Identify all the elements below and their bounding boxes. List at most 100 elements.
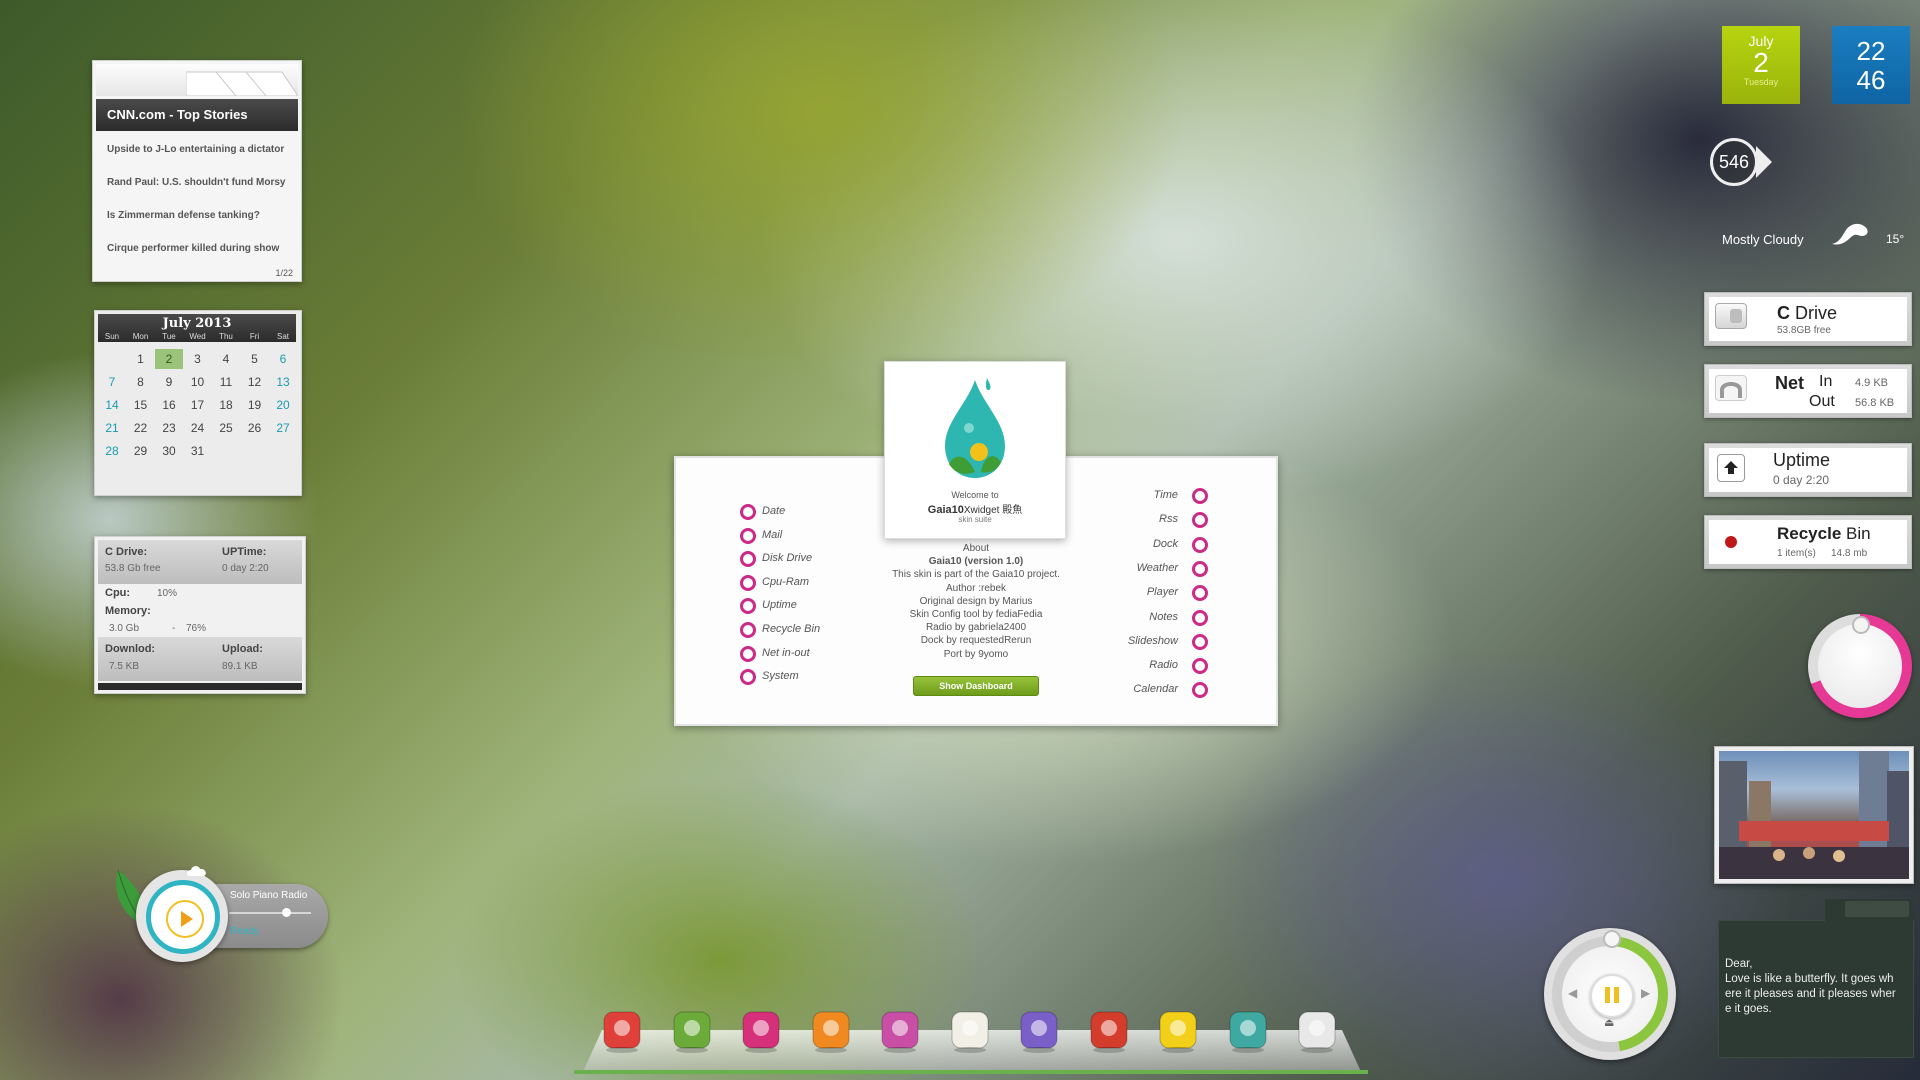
knob-handle[interactable] — [1852, 616, 1870, 634]
calendar-day[interactable]: 19 — [241, 395, 269, 415]
slideshow-widget[interactable] — [1714, 746, 1914, 884]
egg-icon[interactable] — [946, 1006, 994, 1054]
calendar-day[interactable]: 30 — [155, 441, 183, 461]
calendar-day[interactable]: 11 — [212, 372, 240, 392]
calendar-day[interactable]: 28 — [98, 441, 126, 461]
pause-button[interactable] — [1590, 974, 1634, 1018]
calendar-day[interactable]: 26 — [241, 418, 269, 438]
calendar-day[interactable]: 16 — [155, 395, 183, 415]
welcome-card: Welcome to Gaia10Xwidget 殿魚 skin suite — [884, 361, 1066, 539]
calendar-day[interactable]: 1 — [127, 349, 155, 369]
show-dashboard-button[interactable]: Show Dashboard — [913, 676, 1039, 696]
note-line: e it goes. — [1725, 1003, 1772, 1015]
about-heading: About — [962, 543, 990, 554]
calendar-day[interactable]: 31 — [184, 441, 212, 461]
calendar-day[interactable]: 8 — [127, 372, 155, 392]
volume-knob-center[interactable] — [1818, 624, 1902, 708]
option-radio[interactable] — [740, 669, 756, 686]
option-radio[interactable] — [740, 527, 756, 544]
time-hour: 22 — [1856, 36, 1886, 66]
calendar-day[interactable]: 15 — [127, 395, 155, 415]
cpu-label: Cpu: — [105, 587, 131, 599]
calendar-day[interactable]: 5 — [241, 349, 269, 369]
calendar-day[interactable]: 6 — [269, 349, 297, 369]
option-label[interactable]: System — [762, 670, 799, 682]
net-out-value: 56.8 KB — [1855, 397, 1895, 409]
calendar-day[interactable]: 21 — [98, 418, 126, 438]
calendar-day[interactable]: 4 — [212, 349, 240, 369]
calendar-day[interactable]: 18 — [212, 395, 240, 415]
net-label: Net — [1775, 373, 1805, 393]
calendar-day[interactable]: 9 — [155, 372, 183, 392]
rss-pager[interactable]: 1/22 — [275, 268, 293, 278]
chat-icon[interactable] — [1015, 1006, 1063, 1054]
cpu-value: 10% — [157, 588, 178, 599]
radio-play-button[interactable] — [166, 900, 204, 938]
c-drive-widget[interactable]: C Drive 53.8GB free — [1704, 292, 1912, 346]
gaia-droplet-logo — [945, 378, 1005, 478]
rss-item[interactable]: Is Zimmerman defense tanking? — [107, 210, 260, 221]
about-line: Author :rebek — [945, 582, 1007, 594]
previous-track-icon[interactable]: ◀ — [1568, 986, 1577, 1000]
notes-icon[interactable] — [598, 1006, 646, 1054]
video-icon[interactable] — [737, 1006, 785, 1054]
calendar-day[interactable]: 22 — [127, 418, 155, 438]
rss-item[interactable]: Upside to J-Lo entertaining a dictator — [107, 144, 284, 155]
calendar-day-today[interactable]: 2 — [155, 349, 183, 369]
recycle-status-dot-icon — [1725, 536, 1737, 548]
tv-icon[interactable] — [1154, 1006, 1202, 1054]
option-label[interactable]: Rss — [1159, 513, 1178, 525]
calendar-day[interactable]: 12 — [241, 372, 269, 392]
option-radio[interactable] — [1192, 682, 1208, 699]
option-radio[interactable] — [1192, 658, 1208, 675]
rss-item[interactable]: Rand Paul: U.S. shouldn't fund Morsy — [107, 177, 286, 188]
calendar-day[interactable]: 24 — [184, 418, 212, 438]
net-widget[interactable]: Net In Out 4.9 KB 56.8 KB — [1704, 364, 1912, 418]
play-icon — [181, 911, 193, 927]
calendar-day[interactable]: 7 — [98, 372, 126, 392]
volume-slider-track[interactable] — [229, 912, 311, 914]
date-month: July — [1748, 33, 1774, 49]
calendar-day[interactable]: 14 — [98, 395, 126, 415]
mail-count-badge[interactable]: 546 — [1710, 138, 1758, 186]
note-text[interactable]: Dear, Love is like a butterfly. It goes … — [1725, 957, 1911, 1017]
option-label[interactable]: Time — [1154, 489, 1178, 501]
option-label[interactable]: Calendar — [1133, 683, 1178, 695]
fire-icon[interactable] — [807, 1006, 855, 1054]
calendar-day[interactable]: 3 — [184, 349, 212, 369]
memory-value: 3.0 Gb — [109, 623, 140, 634]
uptime-widget[interactable]: Uptime 0 day 2:20 — [1704, 443, 1912, 497]
memory-percent: 76% — [186, 623, 207, 634]
about-line: Dock by requestedRerun — [920, 635, 1032, 647]
calendar-day[interactable]: 13 — [269, 372, 297, 392]
media-seek-handle[interactable] — [1603, 930, 1621, 948]
music-icon[interactable] — [668, 1006, 716, 1054]
calendar-day[interactable]: 29 — [127, 441, 155, 461]
city-street-photo — [1719, 751, 1909, 879]
mail-icon[interactable] — [1085, 1006, 1133, 1054]
calendar-day[interactable]: 17 — [184, 395, 212, 415]
next-track-icon[interactable]: ▶ — [1641, 986, 1650, 1000]
memory-label: Memory: — [105, 605, 151, 617]
calendar-weekday: Mon — [132, 332, 149, 341]
rss-item[interactable]: Cirque performer killed during show — [107, 243, 279, 254]
recycle-bin-widget[interactable]: Recycle Bin 1 item(s) 14.8 mb — [1704, 515, 1912, 569]
avatar-icon[interactable] — [1224, 1006, 1272, 1054]
option-label[interactable]: Date — [762, 505, 785, 517]
option-radio[interactable] — [1192, 512, 1208, 529]
option-label[interactable]: Radio — [1149, 659, 1178, 671]
option-label[interactable]: Mail — [762, 529, 782, 541]
cloud-weather-icon — [1828, 216, 1870, 248]
option-radio[interactable] — [740, 504, 756, 520]
plant-icon[interactable] — [876, 1006, 924, 1054]
net-in-value: 4.9 KB — [1855, 377, 1889, 389]
note-tab-button[interactable] — [1845, 901, 1909, 917]
calendar-day[interactable]: 10 — [184, 372, 212, 392]
calendar-day[interactable]: 25 — [212, 418, 240, 438]
calendar-day[interactable]: 20 — [269, 395, 297, 415]
calendar-day[interactable]: 27 — [269, 418, 297, 438]
option-radio[interactable] — [1192, 488, 1208, 504]
trash-icon[interactable] — [1293, 1006, 1341, 1054]
sticky-note-widget[interactable]: Dear, Love is like a butterfly. It goes … — [1718, 899, 1914, 1058]
calendar-day[interactable]: 23 — [155, 418, 183, 438]
